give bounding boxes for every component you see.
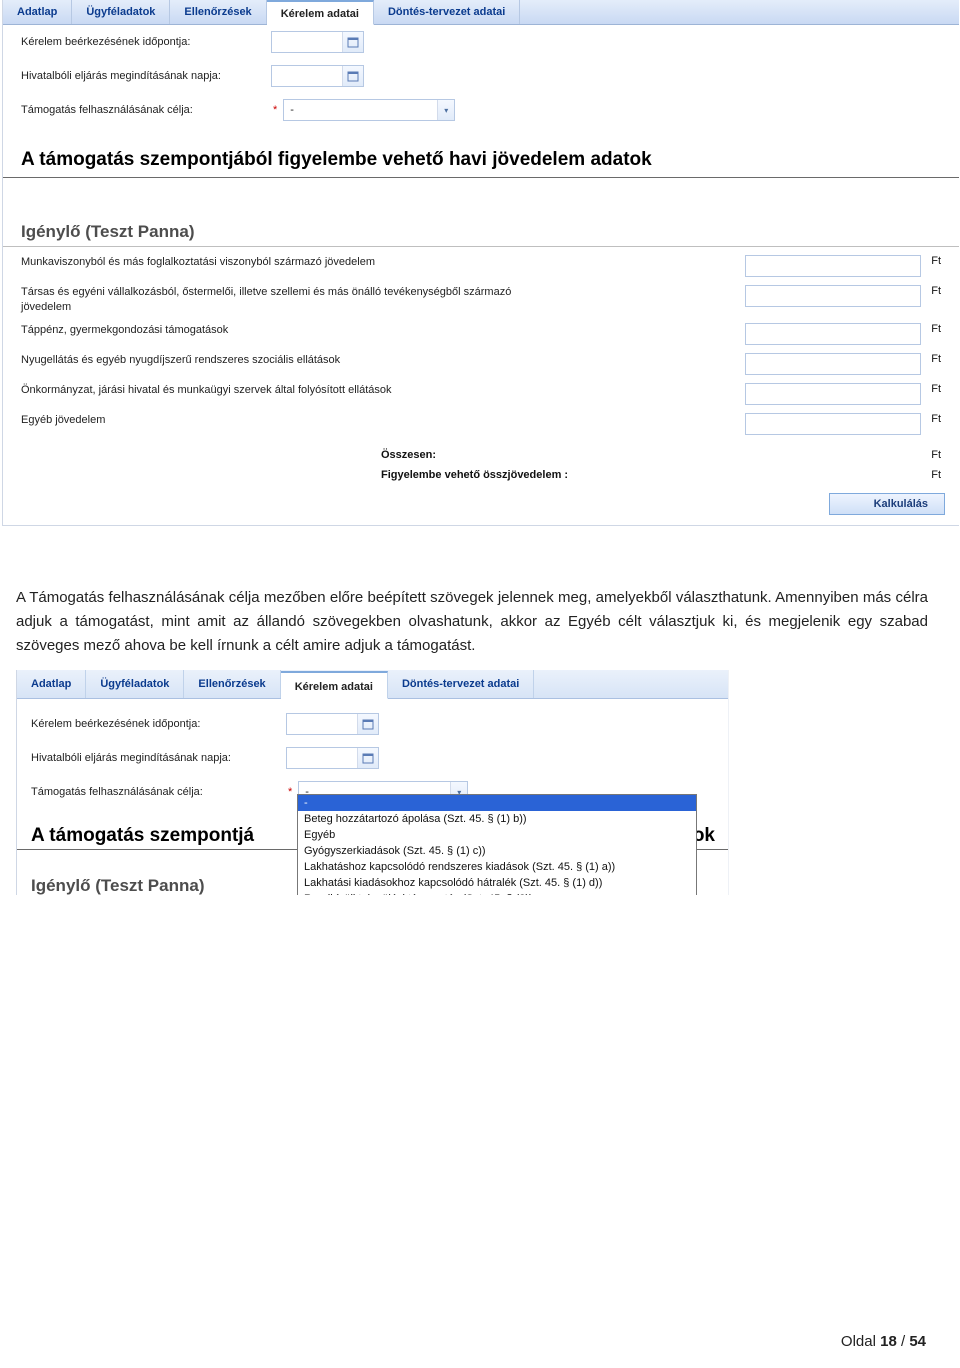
income-input-1[interactable] [745, 285, 921, 307]
arrival-date-field [271, 31, 364, 53]
tab-kerelem-adatai[interactable]: Kérelem adatai [281, 671, 388, 699]
tab-adatlap[interactable]: Adatlap [3, 0, 72, 24]
start-date-field [271, 65, 364, 87]
select-option[interactable]: Gyógyszerkiadások (Szt. 45. § (1) c)) [298, 843, 696, 859]
select-option[interactable]: Rendkívüli települési támogatás (Szt. 45… [298, 891, 696, 895]
income-label: Táppénz, gyermekgondozási támogatások [21, 323, 737, 338]
label-start-date: Hivatalbóli eljárás megindításának napja… [21, 70, 271, 82]
start-date-input[interactable] [272, 67, 342, 85]
income-input-4[interactable] [745, 383, 921, 405]
income-label: Önkormányzat, járási hivatal és munkaügy… [21, 383, 737, 398]
tab-ellenorzesek[interactable]: Ellenőrzések [170, 0, 266, 24]
income-input-2[interactable] [745, 323, 921, 345]
required-mark: * [273, 104, 277, 116]
income-row: Munkaviszonyból és más foglalkoztatási v… [3, 251, 959, 281]
select-option[interactable]: Beteg hozzátartozó ápolása (Szt. 45. § (… [298, 811, 696, 827]
footer-prefix: Oldal [841, 1333, 880, 1350]
unit-label: Ft [921, 469, 941, 481]
unit-label: Ft [921, 323, 941, 335]
arrival-date-field [286, 713, 379, 735]
row-start-date: Hivatalbóli eljárás megindításának napja… [17, 741, 729, 775]
app-frame-1: Adatlap Ügyféladatok Ellenőrzések Kérele… [2, 0, 959, 526]
row-arrival-date: Kérelem beérkezésének időpontja: [17, 699, 729, 741]
select-option[interactable]: - [298, 795, 696, 811]
tab-ugyeladatok[interactable]: Ügyféladatok [72, 0, 170, 24]
purpose-select[interactable]: - ▾ [283, 99, 455, 121]
purpose-select-popup[interactable]: - Beteg hozzátartozó ápolása (Szt. 45. §… [297, 794, 697, 895]
calculate-button[interactable]: Kalkulálás [829, 493, 945, 515]
unit-label: Ft [921, 255, 941, 267]
tabbar: Adatlap Ügyféladatok Ellenőrzések Kérele… [3, 0, 959, 25]
section-applicant-heading: Igénylő (Teszt Panna) [3, 210, 959, 247]
totals-block: Összesen: Ft Figyelembe vehető összjöved… [3, 439, 959, 485]
required-mark: * [288, 786, 292, 798]
tab-kerelem-adatai[interactable]: Kérelem adatai [267, 0, 374, 25]
label-start-date: Hivatalbóli eljárás megindításának napja… [31, 752, 286, 764]
calc-bar: Kalkulálás [3, 485, 959, 525]
total-considered-label: Figyelembe vehető összjövedelem : [381, 469, 921, 481]
select-option[interactable]: Lakhatási kiadásokhoz kapcsolódó hátralé… [298, 875, 696, 891]
label-arrival-date: Kérelem beérkezésének időpontja: [21, 36, 271, 48]
income-input-0[interactable] [745, 255, 921, 277]
income-label: Társas és egyéni vállalkozásból, ősterme… [21, 285, 557, 315]
income-label: Egyéb jövedelem [21, 413, 737, 428]
arrival-date-input[interactable] [272, 33, 342, 51]
income-input-3[interactable] [745, 353, 921, 375]
income-row: Nyugellátás és egyéb nyugdíjszerű rendsz… [3, 349, 959, 379]
tab-adatlap[interactable]: Adatlap [17, 670, 86, 698]
footer-page: 18 [880, 1333, 897, 1350]
arrival-date-input[interactable] [287, 715, 357, 733]
section-income-heading: A támogatás szempontjából figyelembe veh… [3, 127, 959, 178]
select-option[interactable]: Egyéb [298, 827, 696, 843]
unit-label: Ft [921, 383, 941, 395]
label-arrival-date: Kérelem beérkezésének időpontja: [31, 718, 286, 730]
app-frame-2-clip: Adatlap Ügyféladatok Ellenőrzések Kérele… [16, 670, 729, 895]
unit-label: Ft [921, 449, 941, 461]
calendar-icon[interactable] [357, 714, 378, 734]
income-row: Egyéb jövedelem Ft [3, 409, 959, 439]
unit-label: Ft [921, 285, 941, 297]
calendar-icon[interactable] [357, 748, 378, 768]
income-row: Társas és egyéni vállalkozásból, ősterme… [3, 281, 959, 319]
income-label: Munkaviszonyból és más foglalkoztatási v… [21, 255, 737, 270]
unit-label: Ft [921, 353, 941, 365]
total-sum-label: Összesen: [381, 449, 921, 461]
footer-total: 54 [909, 1333, 926, 1350]
income-input-5[interactable] [745, 413, 921, 435]
chevron-down-icon[interactable]: ▾ [437, 100, 454, 120]
tab-dontes-tervezet[interactable]: Döntés-tervezet adatai [388, 670, 534, 698]
row-arrival-date: Kérelem beérkezésének időpontja: [3, 25, 959, 59]
label-purpose: Támogatás felhasználásának célja: [31, 786, 286, 798]
calendar-icon[interactable] [342, 32, 363, 52]
unit-label: Ft [921, 413, 941, 425]
manual-paragraph: A Támogatás felhasználásának célja mezőb… [0, 526, 960, 670]
tab-ellenorzesek[interactable]: Ellenőrzések [184, 670, 280, 698]
select-option[interactable]: Lakhatáshoz kapcsolódó rendszeres kiadás… [298, 859, 696, 875]
app-frame-2: Adatlap Ügyféladatok Ellenőrzések Kérele… [16, 670, 729, 895]
start-date-field [286, 747, 379, 769]
start-date-input[interactable] [287, 749, 357, 767]
income-label: Nyugellátás és egyéb nyugdíjszerű rendsz… [21, 353, 737, 368]
income-row: Önkormányzat, járási hivatal és munkaügy… [3, 379, 959, 409]
label-purpose: Támogatás felhasználásának célja: [21, 104, 271, 116]
page-footer: Oldal 18 / 54 [841, 1333, 926, 1350]
tab-ugyeladatok[interactable]: Ügyféladatok [86, 670, 184, 698]
row-purpose: Támogatás felhasználásának célja: * - ▾ [3, 93, 959, 127]
income-row: Táppénz, gyermekgondozási támogatások Ft [3, 319, 959, 349]
section-income-heading-left: A támogatás szempontjá [17, 809, 256, 849]
purpose-select-value: - [284, 104, 437, 116]
calendar-icon[interactable] [342, 66, 363, 86]
row-start-date: Hivatalbóli eljárás megindításának napja… [3, 59, 959, 93]
tabbar: Adatlap Ügyféladatok Ellenőrzések Kérele… [17, 670, 729, 699]
footer-sep: / [897, 1333, 910, 1350]
tab-dontes-tervezet[interactable]: Döntés-tervezet adatai [374, 0, 520, 24]
